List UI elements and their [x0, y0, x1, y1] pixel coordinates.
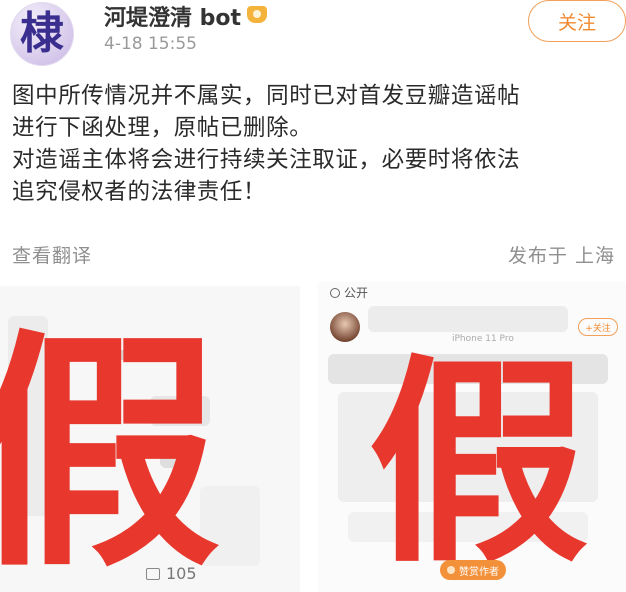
- post-line: 进行下函处理，原帖已删除。: [12, 115, 313, 141]
- praise-label: 赞赏作者: [459, 566, 499, 578]
- vip-badge-icon: [247, 6, 268, 23]
- post-line: 追究侵权者的法律责任！: [12, 179, 267, 205]
- right-screenshot-image[interactable]: 公开 +关注 iPhone 11 Pro 假 赞赏作者: [318, 282, 626, 592]
- public-tag: 公开: [330, 284, 368, 301]
- mini-avatar: [330, 312, 360, 342]
- post-body: 图中所传情况并不属实，同时已对首发豆瓣造谣帖 进行下函处理，原帖已删除。 对造谣…: [12, 80, 622, 208]
- avatar-glyph: 棣: [20, 8, 64, 59]
- mini-follow-button: +关注: [578, 318, 618, 336]
- avatar[interactable]: 棣: [10, 2, 74, 66]
- praise-author-button: 赞赏作者: [440, 560, 506, 580]
- post-line: 对造谣主体将会进行持续关注取证，必要时将依法: [12, 147, 521, 173]
- left-screenshot-image[interactable]: 假 105: [0, 286, 300, 592]
- username-text: 河堤澄清 bot: [104, 6, 242, 31]
- public-label: 公开: [344, 286, 369, 300]
- coin-icon: [447, 566, 455, 574]
- post-line: 图中所传情况并不属实，同时已对首发豆瓣造谣帖: [12, 83, 521, 109]
- comment-count[interactable]: 105: [146, 564, 197, 583]
- post-timestamp: 4-18 15:55: [104, 34, 197, 54]
- fake-stamp: 假: [368, 336, 588, 592]
- comment-icon: [146, 567, 160, 580]
- translate-link[interactable]: 查看翻译: [12, 241, 92, 268]
- globe-icon: [330, 287, 340, 298]
- username[interactable]: 河堤澄清 bot: [104, 0, 268, 32]
- follow-button[interactable]: 关注: [528, 0, 626, 42]
- post-location: 发布于 上海: [508, 245, 616, 267]
- fake-stamp: 假: [0, 309, 220, 592]
- comment-count-text: 105: [166, 564, 197, 583]
